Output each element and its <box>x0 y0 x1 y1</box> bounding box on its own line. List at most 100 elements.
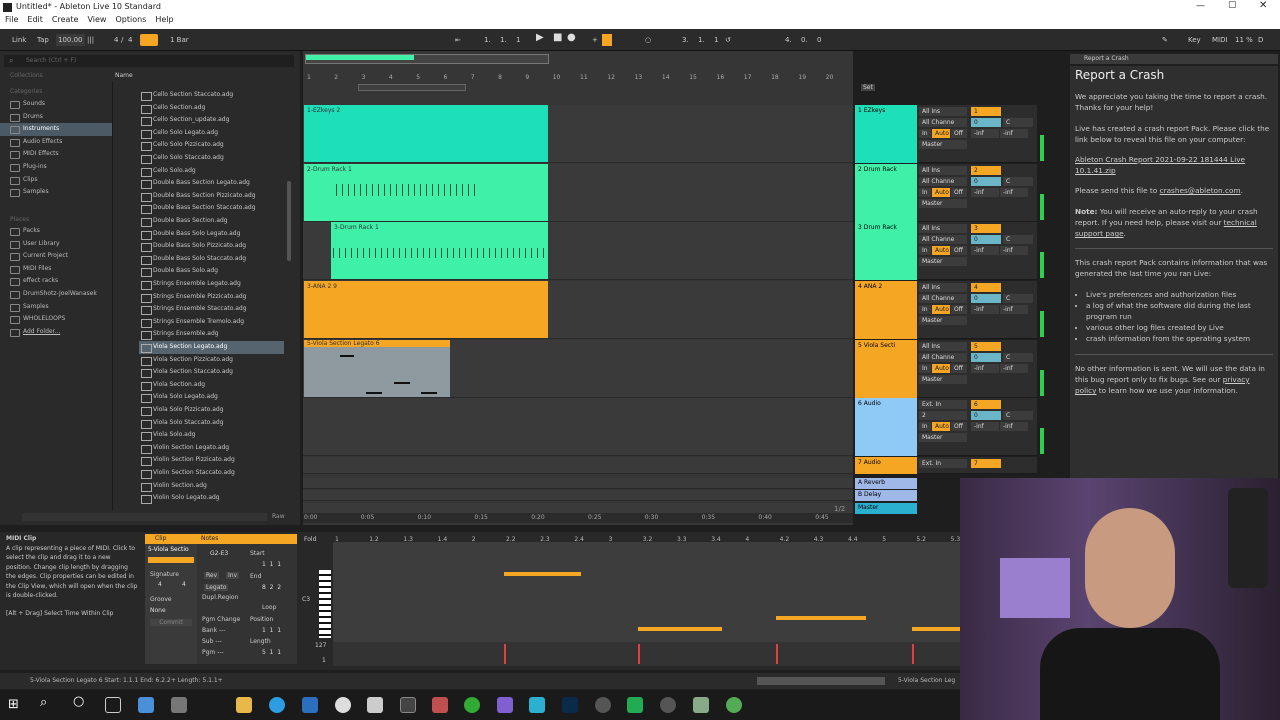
settings-icon[interactable] <box>595 697 611 713</box>
output-select[interactable]: Master <box>919 199 967 208</box>
file-item[interactable]: Double Bass Section Pizzicato.adg <box>139 190 284 203</box>
mail-icon[interactable] <box>138 697 154 713</box>
file-item[interactable]: Double Bass Solo Staccato.adg <box>139 253 284 266</box>
follow-icon[interactable]: ⇤ <box>455 34 461 46</box>
duplicate-region-button[interactable]: Dupl.Region <box>202 594 238 601</box>
file-item[interactable]: Cello Section.adg <box>139 102 284 115</box>
return-track-header[interactable]: A Reverb <box>855 478 917 489</box>
app-icon[interactable] <box>627 697 643 713</box>
monitor-auto-button[interactable]: Auto <box>932 422 950 431</box>
track-number-button[interactable]: 7 <box>971 459 1001 468</box>
quantize-menu[interactable]: 1 Bar <box>170 34 189 46</box>
file-item[interactable]: Strings Ensemble Pizzicato.adg <box>139 291 284 304</box>
send-b-field[interactable]: -inf <box>1000 422 1028 431</box>
raw-button[interactable]: Raw <box>272 513 285 520</box>
input-type-select[interactable]: All Ins <box>919 107 967 116</box>
record-button[interactable]: ● <box>567 32 576 44</box>
fold-button[interactable]: Fold <box>304 536 316 543</box>
send-a-field[interactable]: -inf <box>971 246 999 255</box>
monitor-off-button[interactable]: Off <box>951 246 967 255</box>
input-channel-select[interactable]: 2 <box>919 411 967 420</box>
track-number-button[interactable]: 2 <box>971 166 1001 175</box>
preview-waveform[interactable] <box>22 513 267 521</box>
file-item[interactable]: Cello Solo Pizzicato.adg <box>139 139 284 152</box>
input-type-select[interactable]: All Ins <box>919 342 967 351</box>
midi-note[interactable] <box>912 627 960 631</box>
start-field[interactable]: 1 1 1 <box>262 561 281 568</box>
track-lane[interactable] <box>303 398 853 456</box>
app-icon[interactable] <box>726 697 742 713</box>
send-b-field[interactable]: -inf <box>1000 364 1028 373</box>
track-header[interactable]: 7 Audio <box>855 457 917 474</box>
track-number-button[interactable]: 4 <box>971 283 1001 292</box>
send-b-field[interactable]: -inf <box>1000 305 1028 314</box>
volume-field[interactable]: 0 <box>971 177 1001 186</box>
volume-field[interactable]: 0 <box>971 353 1001 362</box>
volume-field[interactable]: 0 <box>971 411 1001 420</box>
send-a-field[interactable]: -inf <box>971 364 999 373</box>
photoshop-icon[interactable] <box>562 697 578 713</box>
sub-field[interactable]: Sub --- <box>202 638 222 645</box>
inv-button[interactable]: Inv <box>226 572 240 579</box>
beat-ruler[interactable]: 1 2 3 4 5 6 7 8 9 10 11 12 13 14 15 16 17 18 19 20 <box>303 74 853 84</box>
metronome-icon[interactable]: ||| <box>87 34 94 46</box>
chrome-icon[interactable] <box>335 697 351 713</box>
file-item[interactable]: Viola Solo Pizzicato.adg <box>139 404 284 417</box>
task-view-icon[interactable] <box>105 697 121 713</box>
input-type-select[interactable]: All Ins <box>919 166 967 175</box>
edge-icon[interactable] <box>269 697 285 713</box>
menu-create[interactable]: Create <box>52 15 79 24</box>
pan-field[interactable]: C <box>1003 177 1033 186</box>
file-item[interactable]: Violin Section Staccato.adg <box>139 467 284 480</box>
send-b-field[interactable]: -inf <box>1000 246 1028 255</box>
pan-field[interactable]: C <box>1003 235 1033 244</box>
menu-edit[interactable]: Edit <box>27 15 43 24</box>
monitor-in-button[interactable]: In <box>919 422 931 431</box>
velocity-marker[interactable] <box>504 644 506 664</box>
loop-length-sixteenths[interactable]: 0 <box>817 34 821 46</box>
crash-report-file-link[interactable]: Ableton Crash Report 2021-09-22 181444 L… <box>1075 155 1245 175</box>
store-icon[interactable] <box>302 697 318 713</box>
send-a-field[interactable]: -inf <box>971 422 999 431</box>
velocity-marker[interactable] <box>776 644 778 664</box>
midi-note[interactable] <box>776 616 866 620</box>
track-header[interactable]: 3 Drum Rack <box>855 222 917 280</box>
monitor-in-button[interactable]: In <box>919 129 931 138</box>
monitor-in-button[interactable]: In <box>919 364 931 373</box>
calculator-icon[interactable] <box>171 697 187 713</box>
position-field[interactable]: 1 1 1 <box>262 627 281 634</box>
input-type-select[interactable]: Ext. In <box>919 459 967 468</box>
menu-help[interactable]: Help <box>155 15 173 24</box>
monitor-auto-button[interactable]: Auto <box>932 246 950 255</box>
song-position-bars[interactable]: 1. <box>484 34 491 46</box>
time-sig-den[interactable]: 4 <box>128 34 132 46</box>
pan-field[interactable]: C <box>1003 411 1033 420</box>
file-item[interactable]: Violin Section Legato.adg <box>139 442 284 455</box>
browser-search-input[interactable]: Search (Ctrl + F) <box>4 55 294 67</box>
track-number-button[interactable]: 3 <box>971 224 1001 233</box>
clip-name-field[interactable]: 5-Viola Sectio <box>148 546 194 555</box>
metronome-button[interactable] <box>140 34 158 46</box>
app-icon[interactable] <box>432 697 448 713</box>
arrangement-clip[interactable]: 5-Viola Section Legato 6 <box>304 340 450 397</box>
file-item[interactable]: Violin Solo Legato.adg <box>139 492 284 505</box>
file-item[interactable]: Strings Ensemble.adg <box>139 328 284 341</box>
track-header[interactable]: 4 ANA 2 <box>855 281 917 339</box>
editor-ruler[interactable]: 1 1.2 1.3 1.4 2 2.2 2.3 2.4 3 3.2 3.3 3.4 4 4.2 4.3 4.4… <box>333 536 960 544</box>
key-map-button[interactable]: Key <box>1188 34 1201 46</box>
monitor-off-button[interactable]: Off <box>951 129 967 138</box>
track-header[interactable]: 2 Drum Rack <box>855 164 917 222</box>
app-icon[interactable] <box>660 697 676 713</box>
track-lane[interactable] <box>303 457 853 474</box>
file-explorer-icon[interactable] <box>236 697 252 713</box>
ableton-live-icon[interactable] <box>529 697 545 713</box>
output-select[interactable]: Master <box>919 375 967 384</box>
set-label[interactable]: Set <box>861 84 875 91</box>
track-header[interactable]: 5 Viola Secti <box>855 340 917 398</box>
file-item[interactable]: Viola Section Pizzicato.adg <box>139 354 284 367</box>
file-item[interactable]: Viola Solo Legato.adg <box>139 391 284 404</box>
file-item[interactable]: Viola Solo Staccato.adg <box>139 417 284 430</box>
file-item[interactable]: Strings Ensemble Staccato.adg <box>139 303 284 316</box>
return-track-header[interactable]: Master <box>855 503 917 514</box>
loop-brace[interactable] <box>358 84 466 91</box>
